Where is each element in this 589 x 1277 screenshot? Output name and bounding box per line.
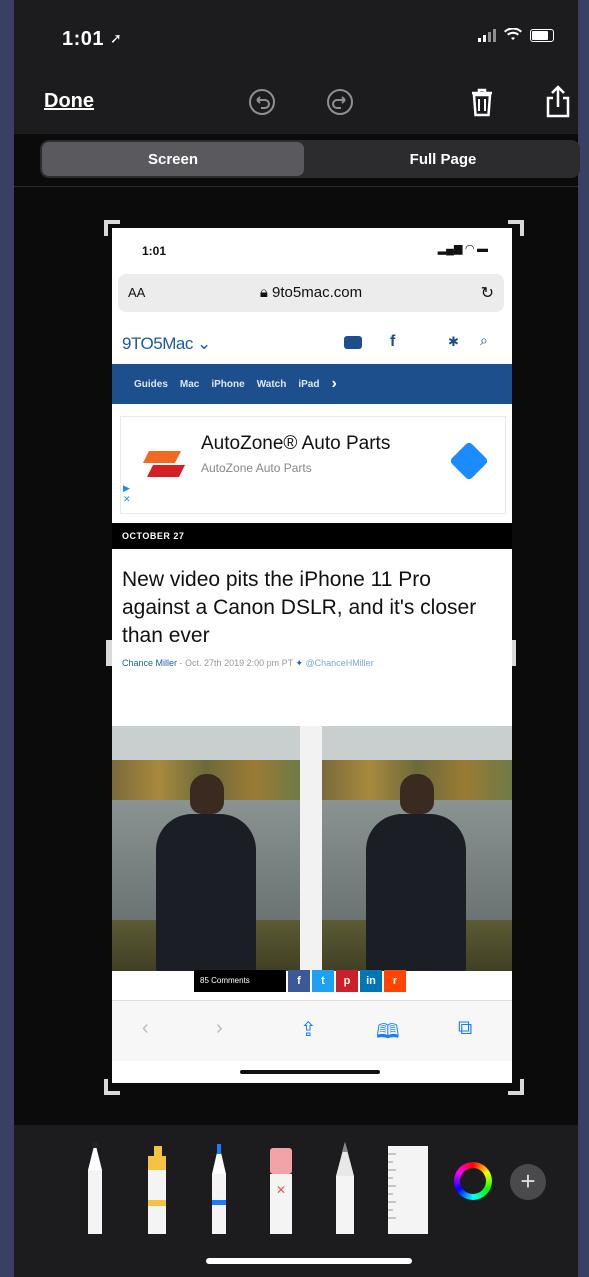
pen-tool-icon[interactable] xyxy=(80,1140,110,1234)
status-time: 1:01 xyxy=(62,28,105,50)
lock-icon: 🔒︎ xyxy=(259,284,268,301)
search-icon: ⌕ xyxy=(480,332,488,348)
battery-icon xyxy=(530,28,554,42)
preview-status-bar: 1:01 ▂▄▆ ◠ ▬ xyxy=(112,228,512,268)
capture-mode-segmented-control: Screen Full Page xyxy=(40,140,580,178)
theme-icon: ✱ xyxy=(448,334,459,349)
facebook-share-icon: f xyxy=(288,970,310,992)
tab-full-page[interactable]: Full Page xyxy=(308,140,578,178)
pinterest-share-icon: p xyxy=(336,970,358,992)
color-picker-icon[interactable] xyxy=(454,1162,492,1200)
highlighter-tool-icon[interactable] xyxy=(142,1140,172,1234)
preview-time: 1:01 xyxy=(142,244,167,258)
preview-ad-title: AutoZone® Auto Parts xyxy=(201,433,391,454)
preview-headline: New video pits the iPhone 11 Pro against… xyxy=(122,568,477,647)
chevron-right-icon: › xyxy=(331,375,337,392)
youtube-icon xyxy=(344,336,362,349)
preview-twitter: @ChanceHMiller xyxy=(305,658,374,668)
tabs-icon: ⧉ xyxy=(458,1017,473,1039)
ad-choices-icon: ▶ ✕ xyxy=(123,483,131,504)
preview-byline-meta: - Oct. 27th 2019 2:00 pm PT xyxy=(179,658,293,668)
status-icons xyxy=(478,28,554,42)
preview-home-indicator xyxy=(240,1070,380,1074)
preview-date-bar: OCTOBER 27 xyxy=(112,523,512,549)
preview-nav-guides: Guides xyxy=(134,378,168,390)
preview-site-logo-text: 9TO5Mac xyxy=(122,334,193,353)
preview-author: Chance Miller xyxy=(122,658,178,668)
back-icon: ‹ xyxy=(142,1017,149,1039)
pencil-tool-icon[interactable] xyxy=(330,1140,360,1234)
signal-icon xyxy=(478,28,496,42)
preview-ad-subtitle: AutoZone Auto Parts xyxy=(201,461,312,475)
preview-photo-left xyxy=(112,726,300,971)
tab-screen[interactable]: Screen xyxy=(42,142,304,176)
linkedin-share-icon: in xyxy=(360,970,382,992)
preview-nav-watch: Watch xyxy=(256,378,287,390)
preview-nav-mac: Mac xyxy=(179,378,200,390)
preview-ad: AutoZone® Auto Parts AutoZone Auto Parts… xyxy=(120,416,506,514)
svg-text:✕: ✕ xyxy=(276,1183,286,1197)
preview-status-icons: ▂▄▆ ◠ ▬ xyxy=(437,243,488,255)
location-arrow-icon: ➚ xyxy=(110,30,122,46)
preview-nav-bar: Guides Mac iPhone Watch iPad › xyxy=(112,364,512,404)
preview-photo-right xyxy=(322,726,512,971)
facebook-icon: f xyxy=(390,333,396,350)
share-icon[interactable] xyxy=(540,84,576,120)
divider xyxy=(14,186,578,187)
screenshot-preview[interactable]: 1:01 ▂▄▆ ◠ ▬ AA 🔒︎ 9to5mac.com ↻ 9TO5Mac… xyxy=(112,228,512,1083)
undo-icon[interactable] xyxy=(244,84,280,120)
preview-share-icon: ⇪ xyxy=(300,1019,317,1041)
preview-site-header: 9TO5Mac ⌄ f ✱ ⌕ xyxy=(112,326,512,364)
marker-tool-icon[interactable] xyxy=(204,1140,234,1234)
status-bar: 1:01 ➚ xyxy=(14,0,578,70)
twitter-share-icon: t xyxy=(312,970,334,992)
reload-icon: ↻ xyxy=(480,285,494,302)
wifi-icon xyxy=(504,28,522,40)
preview-url-text: 9to5mac.com xyxy=(272,284,363,301)
preview-url: 🔒︎ 9to5mac.com xyxy=(118,284,504,301)
photo-divider xyxy=(300,726,322,971)
preview-address-bar: AA 🔒︎ 9to5mac.com ↻ xyxy=(118,274,504,312)
screenshot-editor-toolbar: Done xyxy=(14,70,578,134)
trash-icon[interactable] xyxy=(464,84,500,120)
bookmarks-icon: 🕮︎ xyxy=(376,1021,400,1043)
preview-safari-toolbar: ‹ › ⇪ 🕮︎ ⧉ xyxy=(112,1000,512,1061)
preview-site-logo: 9TO5Mac ⌄ xyxy=(122,334,211,353)
add-tool-button[interactable]: + xyxy=(510,1164,546,1200)
preview-nav-ipad: iPad xyxy=(298,378,320,390)
reddit-share-icon: r xyxy=(384,970,406,992)
preview-byline: Chance Miller - Oct. 27th 2019 2:00 pm P… xyxy=(122,658,374,668)
home-indicator xyxy=(206,1258,412,1264)
ruler-tool-icon[interactable] xyxy=(388,1140,428,1234)
autozone-logo-icon xyxy=(143,451,185,477)
directions-icon xyxy=(449,441,489,481)
preview-share-bar: 85 Comments f t p in r xyxy=(194,970,406,992)
done-button[interactable]: Done xyxy=(44,90,94,113)
preview-comments: 85 Comments xyxy=(194,970,286,992)
eraser-tool-icon[interactable]: ✕ xyxy=(266,1140,296,1234)
preview-nav-iphone: iPhone xyxy=(211,378,245,390)
forward-icon: › xyxy=(216,1017,223,1039)
redo-icon[interactable] xyxy=(322,84,358,120)
